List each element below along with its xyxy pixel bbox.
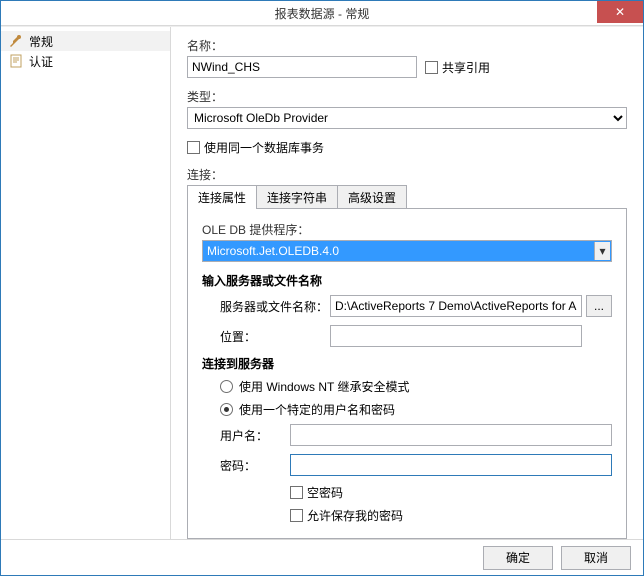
location-input[interactable] [330, 325, 582, 347]
window-title: 报表数据源 - 常规 [275, 5, 370, 22]
radio-user[interactable]: 使用一个特定的用户名和密码 [220, 401, 612, 418]
sidebar-item-general[interactable]: 常规 [1, 31, 170, 51]
server-file-heading: 输入服务器或文件名称 [202, 272, 612, 289]
radio-nt[interactable]: 使用 Windows NT 继承安全模式 [220, 378, 612, 395]
checkbox-icon [290, 509, 303, 522]
type-select[interactable]: Microsoft OleDb Provider [187, 107, 627, 129]
titlebar: 报表数据源 - 常规 ✕ [1, 1, 643, 26]
password-input[interactable] [290, 454, 612, 476]
sidebar-item-label: 常规 [29, 33, 53, 50]
footer: 确定 取消 [1, 539, 643, 575]
server-file-input[interactable] [330, 295, 582, 317]
ellipsis-icon: ... [594, 299, 604, 313]
checkbox-icon [425, 61, 438, 74]
conn-tabs: 连接属性 连接字符串 高级设置 [187, 185, 627, 209]
sidebar: 常规 认证 [1, 27, 171, 539]
share-ref-checkbox[interactable]: 共享引用 [425, 59, 490, 76]
connect-heading: 连接到服务器 [202, 355, 612, 372]
server-file-label: 服务器或文件名称： [220, 298, 330, 315]
username-input[interactable] [290, 424, 612, 446]
name-input[interactable] [187, 56, 417, 78]
name-label: 名称： [187, 37, 627, 54]
cert-icon [9, 54, 23, 68]
radio-icon [220, 403, 233, 416]
checkbox-icon [187, 141, 200, 154]
tab-conn-props[interactable]: 连接属性 [187, 185, 257, 209]
close-button[interactable]: ✕ [597, 1, 643, 23]
chevron-down-icon: ▾ [594, 242, 610, 260]
share-ref-label: 共享引用 [442, 59, 490, 76]
wrench-icon [9, 34, 23, 48]
provider-label: OLE DB 提供程序： [202, 221, 612, 238]
type-label: 类型： [187, 88, 627, 105]
radio-user-label: 使用一个特定的用户名和密码 [239, 401, 395, 418]
radio-icon [220, 380, 233, 393]
checkbox-icon [290, 486, 303, 499]
tab-conn-string[interactable]: 连接字符串 [256, 185, 338, 209]
browse-button[interactable]: ... [586, 295, 612, 317]
dialog-window: 报表数据源 - 常规 ✕ 常规 认证 名称： [0, 0, 644, 576]
location-label: 位置： [220, 328, 330, 345]
conn-label: 连接： [187, 166, 627, 183]
main-panel: 名称： 共享引用 类型： Microsoft OleDb Provider 使用… [171, 27, 643, 539]
sidebar-item-label: 认证 [29, 53, 53, 70]
same-tx-checkbox[interactable]: 使用同一个数据库事务 [187, 139, 627, 156]
cancel-button[interactable]: 取消 [561, 546, 631, 570]
save-pw-checkbox[interactable]: 允许保存我的密码 [290, 507, 612, 524]
tab-advanced[interactable]: 高级设置 [337, 185, 407, 209]
same-tx-label: 使用同一个数据库事务 [204, 139, 324, 156]
radio-nt-label: 使用 Windows NT 继承安全模式 [239, 378, 409, 395]
sidebar-item-auth[interactable]: 认证 [1, 51, 170, 71]
username-label: 用户名： [220, 427, 290, 444]
dialog-body: 常规 认证 名称： 共享引用 类型： Microsoft O [1, 26, 643, 539]
tab-body: OLE DB 提供程序： Microsoft.Jet.OLEDB.4.0 ▾ 输… [187, 208, 627, 539]
close-icon: ✕ [615, 5, 625, 19]
password-label: 密码： [220, 457, 290, 474]
ok-button[interactable]: 确定 [483, 546, 553, 570]
save-pw-label: 允许保存我的密码 [307, 507, 403, 524]
provider-select[interactable]: Microsoft.Jet.OLEDB.4.0 ▾ [202, 240, 612, 262]
empty-pw-checkbox[interactable]: 空密码 [290, 484, 612, 501]
provider-value: Microsoft.Jet.OLEDB.4.0 [207, 244, 339, 258]
empty-pw-label: 空密码 [307, 484, 343, 501]
